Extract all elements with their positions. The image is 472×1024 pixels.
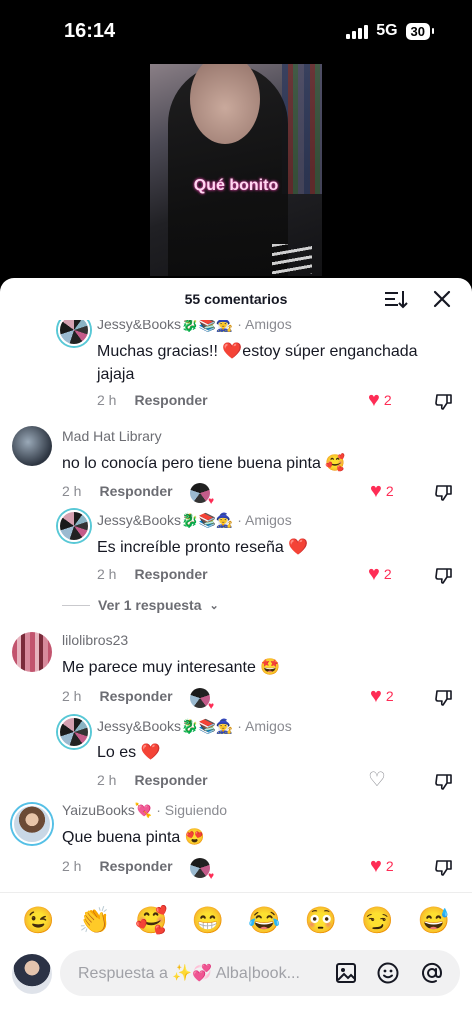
like-count: 2 bbox=[383, 392, 392, 408]
status-bar: 16:14 5G 30 bbox=[0, 0, 472, 62]
avatar[interactable] bbox=[58, 510, 90, 542]
comment-meta: 2 h Responder bbox=[97, 566, 208, 582]
reply-button[interactable]: Responder bbox=[134, 566, 207, 582]
emoji-quick-bar: 😉 👏 🥰 😁 😂 😳 😏 😅 bbox=[0, 892, 472, 948]
creator-liked-badge bbox=[190, 858, 214, 882]
emoji-clap[interactable]: 👏 bbox=[75, 905, 115, 936]
emoji-flushed[interactable]: 😳 bbox=[301, 905, 341, 936]
battery-icon: 30 bbox=[405, 22, 435, 40]
avatar[interactable] bbox=[12, 426, 52, 466]
status-time: 16:14 bbox=[64, 20, 116, 42]
comment-meta: 2 h Responder bbox=[97, 392, 208, 408]
view-replies-button[interactable]: Ver 1 respuesta ⌄ bbox=[62, 597, 219, 613]
creator-liked-badge bbox=[190, 688, 214, 712]
chevron-down-icon: ⌄ bbox=[209, 599, 219, 612]
comment-username[interactable]: Mad Hat Library bbox=[62, 428, 162, 444]
like-button[interactable]: ♥ 2 bbox=[368, 564, 392, 584]
dislike-icon[interactable] bbox=[434, 392, 454, 412]
reply-button[interactable]: Responder bbox=[99, 858, 172, 874]
comment-text: no lo conocía pero tiene buena pinta 🥰 bbox=[62, 455, 346, 472]
emoji-grin[interactable]: 😁 bbox=[188, 905, 228, 936]
comment-text: Me parece muy interesante 🤩 bbox=[62, 659, 281, 676]
network-label: 5G bbox=[376, 22, 398, 39]
like-button[interactable]: ♡ bbox=[368, 770, 390, 790]
like-count: 2 bbox=[385, 858, 394, 874]
video-caption: Qué bonito bbox=[193, 177, 279, 194]
status-indicators: 5G 30 bbox=[346, 22, 435, 40]
like-button[interactable]: ♥ 2 bbox=[370, 856, 394, 876]
like-count: 2 bbox=[385, 483, 394, 499]
comment-meta: 2 h Responder bbox=[62, 688, 173, 704]
heart-outline-icon: ♡ bbox=[368, 769, 386, 791]
signal-icon bbox=[346, 23, 369, 39]
creator-liked-badge bbox=[190, 483, 214, 507]
comment-username[interactable]: Jessy&Books🐉📚🧙‍♀️ · Amigos bbox=[97, 512, 292, 529]
dislike-icon[interactable] bbox=[434, 566, 454, 586]
dislike-icon[interactable] bbox=[434, 483, 454, 503]
heart-icon: ♥ bbox=[370, 685, 382, 707]
comment-username[interactable]: YaizuBooks💘 · Siguiendo bbox=[62, 802, 227, 819]
comment-username[interactable]: Jessy&Books🐉📚🧙‍♀️ · Amigos bbox=[97, 718, 292, 735]
avatar[interactable] bbox=[58, 716, 90, 748]
video-preview[interactable]: Qué bonito bbox=[150, 64, 322, 276]
like-button[interactable]: ♥ 2 bbox=[370, 686, 394, 706]
heart-icon: ♥ bbox=[370, 480, 382, 502]
my-avatar bbox=[12, 954, 52, 994]
avatar[interactable] bbox=[58, 320, 90, 346]
comment-text: Que buena pinta 😍 bbox=[62, 829, 205, 846]
heart-icon: ♥ bbox=[370, 855, 382, 877]
comment-meta: 2 h Responder bbox=[62, 858, 173, 874]
emoji-smirk[interactable]: 😏 bbox=[357, 905, 397, 936]
comment-meta: 2 h Responder bbox=[62, 483, 173, 499]
emoji-love[interactable]: 🥰 bbox=[131, 905, 171, 936]
like-button[interactable]: ♥ 2 bbox=[370, 481, 394, 501]
dislike-icon[interactable] bbox=[434, 772, 454, 792]
comment-text: Lo es ❤️ bbox=[97, 744, 161, 761]
comment-text: Es increíble pronto reseña ❤️ bbox=[97, 539, 309, 556]
close-icon[interactable] bbox=[431, 288, 453, 310]
comment-text: Muchas gracias!! ❤️estoy súper enganchad… bbox=[97, 343, 418, 383]
comment-input-bar: Respuesta a ✨💞 Alba|book... bbox=[0, 948, 472, 1024]
comments-list[interactable]: Jessy&Books🐉📚🧙‍♀️ · Amigos Muchas gracia… bbox=[0, 320, 472, 892]
like-count: 2 bbox=[385, 688, 394, 704]
mention-icon[interactable] bbox=[420, 961, 444, 985]
dislike-icon[interactable] bbox=[434, 858, 454, 878]
heart-icon: ♥ bbox=[368, 563, 380, 585]
emoji-sweat[interactable]: 😅 bbox=[414, 905, 454, 936]
avatar[interactable] bbox=[12, 804, 52, 844]
image-icon[interactable] bbox=[334, 961, 358, 985]
heart-icon: ♥ bbox=[368, 389, 380, 411]
reply-button[interactable]: Responder bbox=[99, 483, 172, 499]
reply-button[interactable]: Responder bbox=[134, 772, 207, 788]
sheet-header: 55 comentarios bbox=[0, 278, 472, 320]
reply-button[interactable]: Responder bbox=[99, 688, 172, 704]
comment-input-placeholder: Respuesta a ✨💞 Alba|book... bbox=[78, 965, 300, 982]
comment-username[interactable]: Jessy&Books🐉📚🧙‍♀️ · Amigos bbox=[97, 320, 292, 333]
emoji-icon[interactable] bbox=[376, 961, 400, 985]
sort-icon[interactable] bbox=[384, 288, 408, 310]
avatar[interactable] bbox=[12, 632, 52, 672]
comment-input[interactable]: Respuesta a ✨💞 Alba|book... bbox=[60, 950, 460, 996]
like-button[interactable]: ♥ 2 bbox=[368, 390, 392, 410]
emoji-joy[interactable]: 😂 bbox=[244, 905, 284, 936]
comments-sheet: 55 comentarios Jessy&Books🐉📚🧙‍♀️ · Amigo… bbox=[0, 278, 472, 1024]
dislike-icon[interactable] bbox=[434, 688, 454, 708]
reply-button[interactable]: Responder bbox=[134, 392, 207, 408]
like-count: 2 bbox=[383, 566, 392, 582]
comment-username[interactable]: lilolibros23 bbox=[62, 632, 128, 648]
emoji-wink[interactable]: 😉 bbox=[18, 905, 58, 936]
comment-meta: 2 h Responder bbox=[97, 772, 208, 788]
